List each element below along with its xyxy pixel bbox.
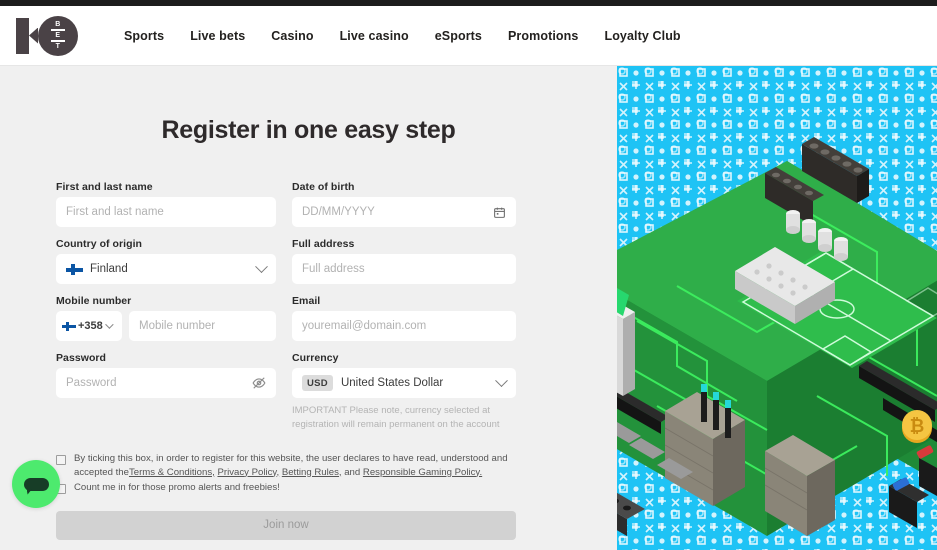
link-responsible-gaming-policy[interactable]: Responsible Gaming Policy. [363, 467, 482, 478]
currency-note: IMPORTANT Please note, currency selected… [292, 405, 500, 430]
registration-panel: Register in one easy step First and last… [0, 66, 617, 550]
label-password: Password [56, 352, 107, 364]
main-navigation: Sports Live bets Casino Live casino eSpo… [124, 29, 681, 43]
link-privacy-policy[interactable]: Privacy Policy, [217, 467, 279, 478]
registration-form: First and last name First and last name … [56, 181, 516, 432]
logo-letter-e: E [55, 31, 61, 39]
brand-logo[interactable]: B E T [16, 14, 78, 58]
input-email[interactable]: youremail@domain.com [292, 311, 516, 341]
input-full-address[interactable]: Full address [292, 254, 516, 284]
input-password[interactable]: Password [56, 368, 276, 398]
nav-item-sports[interactable]: Sports [124, 29, 164, 43]
finland-flag-icon-small [62, 321, 76, 331]
placeholder-password: Password [66, 377, 117, 389]
select-country-of-origin[interactable]: Finland [56, 254, 276, 284]
input-mobile-number[interactable]: Mobile number [129, 311, 276, 341]
nav-item-live-casino[interactable]: Live casino [340, 29, 409, 43]
join-now-button[interactable]: Join now [56, 510, 516, 540]
terms-text-promo: Count me in for those promo alerts and f… [74, 482, 280, 493]
mobile-number-row: +358 Mobile number [56, 311, 276, 341]
eye-off-icon[interactable] [252, 376, 266, 390]
label-mobile-number: Mobile number [56, 295, 132, 307]
nav-item-live-bets[interactable]: Live bets [190, 29, 245, 43]
field-email: Email youremail@domain.com [292, 295, 516, 341]
hero-illustration: ₿ [617, 66, 937, 550]
nav-item-casino[interactable]: Casino [271, 29, 313, 43]
terms-section: By ticking this box, in order to registe… [56, 452, 516, 495]
label-country-of-origin: Country of origin [56, 238, 143, 250]
value-country-code: +358 [78, 320, 103, 332]
link-betting-rules[interactable]: Betting Rules, [282, 467, 342, 478]
label-date-of-birth: Date of birth [292, 181, 355, 193]
label-email: Email [292, 295, 321, 307]
field-currency: Currency USD United States Dollar IMPORT… [292, 352, 516, 432]
field-full-address: Full address Full address [292, 238, 516, 284]
bitcoin-coin: ₿ [902, 410, 932, 443]
placeholder-full-address: Full address [302, 263, 365, 275]
chevron-down-icon-currency[interactable] [495, 373, 508, 387]
calendar-icon[interactable] [493, 206, 506, 219]
checkbox-terms-accept[interactable] [56, 455, 66, 465]
input-first-last-name[interactable]: First and last name [56, 197, 276, 227]
page-title: Register in one easy step [161, 116, 456, 144]
logo-one-accent [29, 27, 38, 44]
value-country-of-origin: Finland [90, 263, 128, 275]
nav-item-promotions[interactable]: Promotions [508, 29, 578, 43]
terms-conjunction: and [344, 466, 361, 478]
field-country-of-origin: Country of origin Finland [56, 238, 276, 284]
label-first-last-name: First and last name [56, 181, 153, 193]
chevron-down-icon-small[interactable] [104, 320, 114, 329]
label-full-address: Full address [292, 238, 355, 250]
select-currency[interactable]: USD United States Dollar [292, 368, 516, 398]
field-first-last-name: First and last name First and last name [56, 181, 276, 227]
placeholder-mobile-number: Mobile number [139, 320, 216, 332]
field-mobile-number: Mobile number +358 Mobile number [56, 295, 276, 341]
label-currency: Currency [292, 352, 339, 364]
terms-row-primary: By ticking this box, in order to registe… [56, 452, 516, 479]
chat-bubble-icon [23, 477, 49, 491]
site-header: B E T Sports Live bets Casino Live casin… [0, 6, 937, 66]
currency-code-badge: USD [302, 375, 333, 391]
hero-artwork: ₿ [617, 66, 937, 550]
terms-text-primary: By ticking this box, in order to registe… [74, 452, 516, 479]
finland-flag-icon [66, 263, 83, 275]
value-currency: United States Dollar [340, 377, 444, 389]
link-terms-conditions[interactable]: Terms & Conditions, [129, 467, 215, 478]
input-date-of-birth[interactable]: DD/MM/YYYY [292, 197, 516, 227]
field-password: Password Password [56, 352, 276, 432]
placeholder-email: youremail@domain.com [302, 320, 427, 332]
chevron-down-icon[interactable] [255, 259, 268, 273]
field-date-of-birth: Date of birth DD/MM/YYYY [292, 181, 516, 227]
logo-letter-t: T [55, 42, 61, 50]
logo-bet-text: B E T [49, 21, 67, 51]
chat-widget-button[interactable] [12, 460, 60, 508]
nav-item-loyalty-club[interactable]: Loyalty Club [604, 29, 680, 43]
select-country-code[interactable]: +358 [56, 311, 122, 341]
terms-row-promo: Count me in for those promo alerts and f… [56, 481, 516, 495]
logo-digit-one [16, 17, 29, 54]
placeholder-date-of-birth: DD/MM/YYYY [302, 206, 375, 218]
logo-letter-b: B [55, 20, 61, 28]
placeholder-first-last-name: First and last name [66, 206, 164, 218]
svg-text:₿: ₿ [910, 416, 925, 436]
nav-item-esports[interactable]: eSports [435, 29, 482, 43]
